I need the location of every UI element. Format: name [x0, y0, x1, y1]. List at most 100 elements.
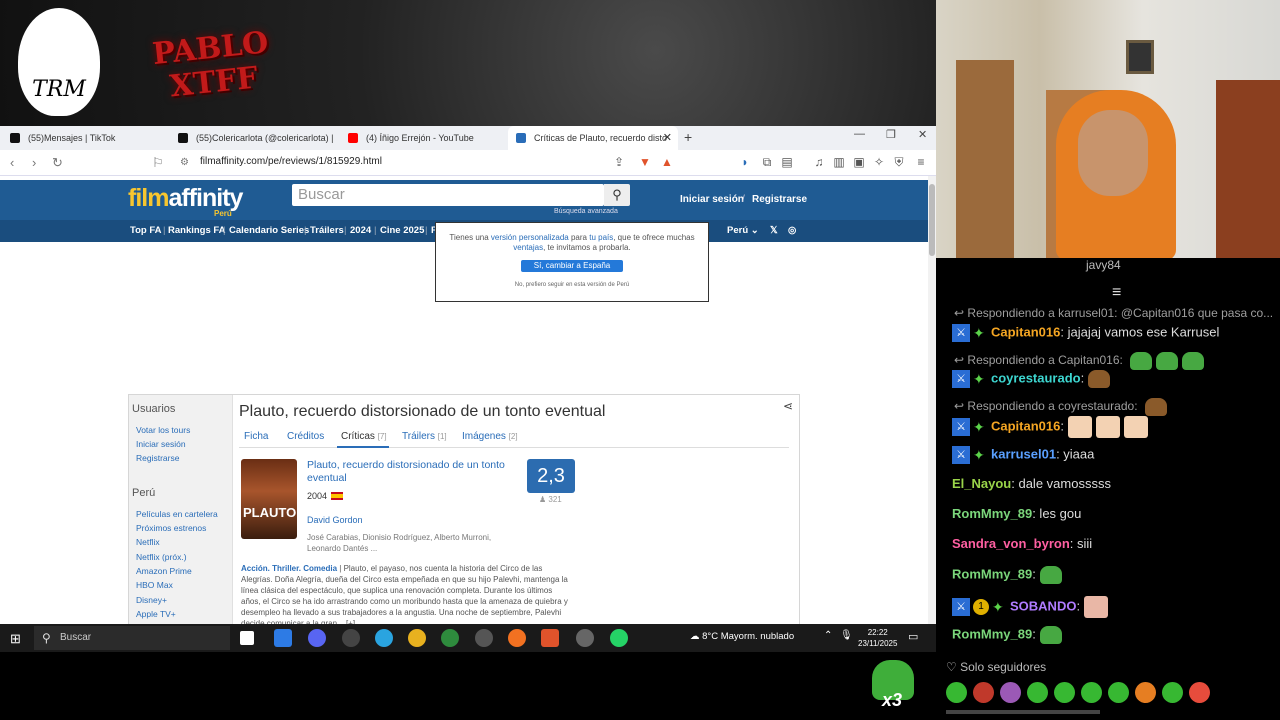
- reload-button[interactable]: ↻: [52, 155, 63, 171]
- discord-icon[interactable]: [308, 629, 326, 647]
- sidebar-item-disney[interactable]: Disney+: [136, 595, 167, 605]
- movie-poster[interactable]: PLAUTO: [241, 459, 297, 539]
- sidebar-item-netflix-prox[interactable]: Netflix (próx.): [136, 552, 187, 562]
- sidebar-item-register[interactable]: Registrarse: [136, 453, 179, 463]
- nav-top-fa[interactable]: Top FA: [130, 225, 161, 236]
- clock[interactable]: 22:22 23/11/2025: [858, 627, 897, 649]
- movie-title-link[interactable]: Plauto, recuerdo distorsionado de un ton…: [307, 459, 521, 485]
- chat-username[interactable]: coyrestaurado: [991, 370, 1081, 385]
- windows-start-icon[interactable]: ⊞: [10, 631, 21, 647]
- nav-trailers[interactable]: Tráilers: [310, 225, 344, 236]
- wallet-icon[interactable]: ▣: [852, 155, 866, 169]
- sidebar-item-amazon[interactable]: Amazon Prime: [136, 566, 192, 576]
- extensions-icon[interactable]: ⧉: [760, 155, 774, 169]
- chat-username[interactable]: El_Nayou: [952, 476, 1011, 491]
- emote-icon[interactable]: [1000, 682, 1021, 703]
- sidebar-icon[interactable]: ▥: [832, 155, 846, 169]
- brave-rewards-icon[interactable]: ▲: [660, 155, 674, 169]
- notification-icon[interactable]: ▭: [908, 630, 918, 643]
- advanced-search-link[interactable]: Búsqueda avanzada: [554, 208, 618, 215]
- read-aloud-icon[interactable]: ◗: [738, 155, 752, 169]
- new-tab-button[interactable]: +: [684, 129, 692, 145]
- emote-icon[interactable]: [1162, 682, 1183, 703]
- site-info-icon[interactable]: ⚙: [180, 157, 189, 168]
- mic-icon[interactable]: 🎙: [840, 630, 853, 641]
- chat-collapse-icon[interactable]: ≡: [1112, 284, 1121, 302]
- emote-icon[interactable]: [1108, 682, 1129, 703]
- emote-icon[interactable]: [1189, 682, 1210, 703]
- emote-icon[interactable]: [1135, 682, 1156, 703]
- share-icon[interactable]: ⇪: [612, 155, 626, 169]
- leo-icon[interactable]: ✧: [872, 155, 886, 169]
- store-icon[interactable]: [274, 629, 292, 647]
- emote-icon[interactable]: [973, 682, 994, 703]
- sidebar-item-cartelera[interactable]: Películas en cartelera: [136, 509, 218, 519]
- media-icon[interactable]: ♫: [812, 155, 826, 169]
- firefox-icon[interactable]: [508, 629, 526, 647]
- reader-icon[interactable]: ▤: [780, 155, 794, 169]
- instagram-icon[interactable]: ◎: [788, 225, 796, 236]
- tab-ficha[interactable]: Ficha: [244, 431, 268, 442]
- country-selector[interactable]: Perú ⌄: [727, 225, 759, 236]
- sidebar-item-apple[interactable]: Apple TV+: [136, 609, 176, 619]
- brave-shields-icon[interactable]: ▼: [638, 155, 652, 169]
- chat-username[interactable]: Capitan016: [991, 418, 1060, 433]
- search-icon[interactable]: ⚲: [604, 184, 630, 206]
- sidebar-item-netflix[interactable]: Netflix: [136, 537, 160, 547]
- share-icon[interactable]: ⋖: [783, 399, 793, 413]
- sidebar-item-votar[interactable]: Votar los tours: [136, 425, 190, 435]
- xbox-icon[interactable]: [441, 629, 459, 647]
- emote-icon[interactable]: [946, 682, 967, 703]
- chrome-icon[interactable]: [408, 629, 426, 647]
- whatsapp-icon[interactable]: [610, 629, 628, 647]
- close-tab-icon[interactable]: ✕: [663, 126, 672, 150]
- emote-icon[interactable]: [1027, 682, 1048, 703]
- login-link[interactable]: Iniciar sesión: [680, 194, 744, 205]
- tab-youtube[interactable]: (4) Íñigo Errejón - YouTube: [340, 126, 506, 150]
- back-button[interactable]: ‹: [10, 155, 14, 170]
- nav-cine-2025[interactable]: Cine 2025: [380, 225, 424, 236]
- tab-tiktok[interactable]: (55)Mensajes | TikTok: [2, 126, 168, 150]
- brave-icon[interactable]: [541, 629, 559, 647]
- tab-creditos[interactable]: Créditos: [287, 431, 324, 442]
- tab-criticas[interactable]: Críticas [7]: [341, 431, 387, 442]
- x-twitter-icon[interactable]: 𝕏: [770, 225, 778, 236]
- sidebar-item-login[interactable]: Iniciar sesión: [136, 439, 186, 449]
- chat-username[interactable]: karrusel01: [991, 446, 1056, 461]
- url-field[interactable]: filmaffinity.com/pe/reviews/1/815929.htm…: [200, 156, 382, 167]
- close-window-button[interactable]: ✕: [918, 128, 927, 141]
- chat-username[interactable]: RomMmy_89: [952, 566, 1032, 581]
- vpn-icon[interactable]: ⛨: [892, 155, 906, 169]
- bookmark-icon[interactable]: ⚐: [152, 155, 164, 171]
- maximize-button[interactable]: ❐: [886, 128, 896, 141]
- scrollbar-thumb[interactable]: [929, 184, 935, 256]
- chevron-up-icon[interactable]: ⌃: [824, 630, 832, 641]
- sidebar-item-estrenos[interactable]: Próximos estrenos: [136, 523, 206, 533]
- taskbar-search[interactable]: ⚲ Buscar: [34, 626, 230, 650]
- search-input[interactable]: Buscar: [292, 184, 604, 206]
- nav-rankings[interactable]: Rankings FA: [168, 225, 226, 236]
- movie-director[interactable]: David Gordon: [307, 515, 363, 525]
- telegram-icon[interactable]: [375, 629, 393, 647]
- media-player-icon[interactable]: [475, 629, 493, 647]
- app-icon[interactable]: [576, 629, 594, 647]
- weather-widget[interactable]: ☁ 8°C Mayorm. nublado: [690, 631, 794, 642]
- keep-country-link[interactable]: No, prefiero seguir en esta versión de P…: [444, 280, 700, 290]
- forward-button[interactable]: ›: [32, 155, 36, 170]
- advantages-link[interactable]: ventajas: [513, 243, 543, 252]
- obs-icon[interactable]: [342, 629, 360, 647]
- chat-username[interactable]: RomMmy_89: [952, 506, 1032, 521]
- emote-icon[interactable]: [1054, 682, 1075, 703]
- register-link[interactable]: Registrarse: [752, 194, 807, 205]
- chat-username[interactable]: RomMmy_89: [952, 626, 1032, 641]
- page-scrollbar[interactable]: [928, 176, 936, 624]
- nav-2024[interactable]: 2024: [350, 225, 371, 236]
- tab-filmaffinity[interactable]: Críticas de Plauto, recuerdo disto ✕: [508, 126, 678, 150]
- chat-username[interactable]: Capitan016: [991, 324, 1060, 339]
- chat-username[interactable]: SOBANDO: [1010, 598, 1076, 613]
- tab-trailers[interactable]: Tráilers [1]: [402, 431, 447, 442]
- minimize-button[interactable]: —: [854, 128, 865, 140]
- menu-icon[interactable]: ≡: [914, 155, 928, 169]
- your-country-link[interactable]: tu país: [589, 233, 613, 242]
- personalized-version-link[interactable]: versión personalizada: [491, 233, 569, 242]
